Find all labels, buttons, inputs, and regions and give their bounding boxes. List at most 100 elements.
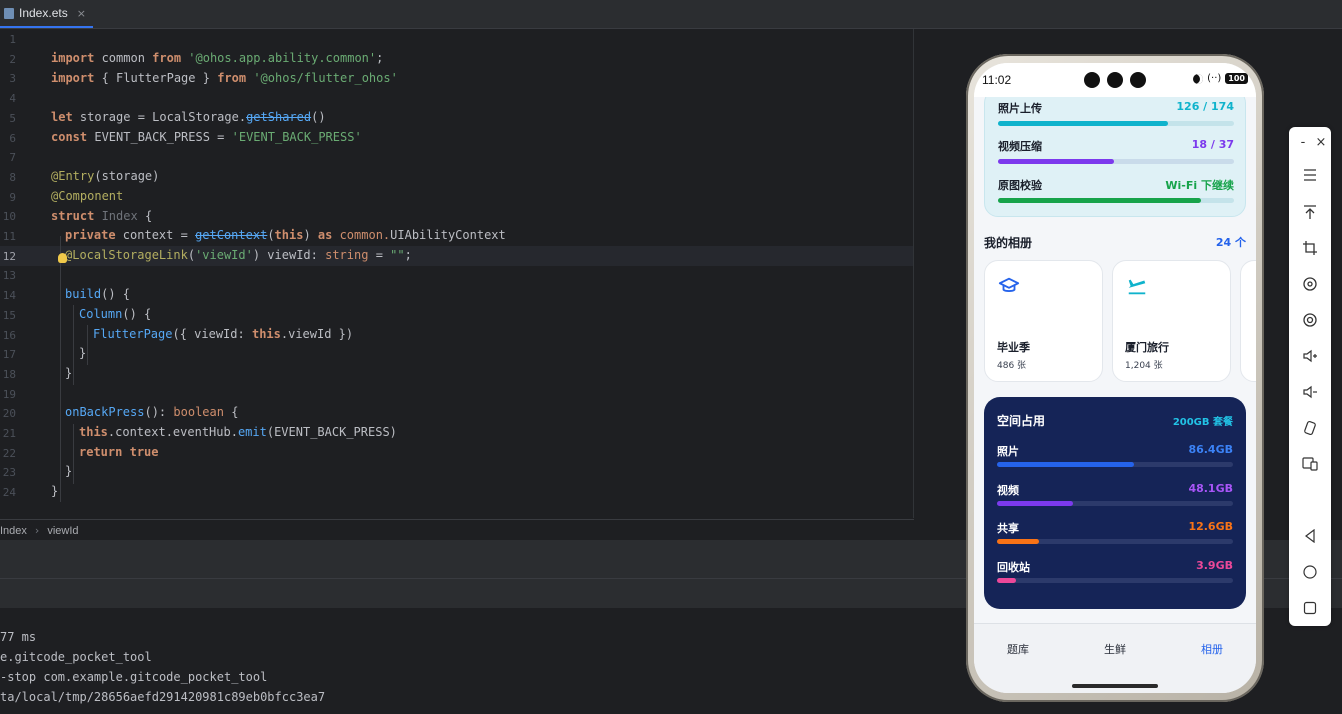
back-icon[interactable] [1300, 526, 1320, 546]
status-time: 11:02 [982, 73, 1012, 87]
line-number: 8 [9, 170, 16, 184]
album-count: 1,204 张 [1125, 361, 1163, 371]
tab-index-ets[interactable]: Index.ets × [0, 0, 93, 28]
upload-label: 视频压缩 [998, 140, 1042, 153]
volume-down-icon[interactable] [1300, 382, 1320, 402]
line-number: 1 [9, 33, 16, 46]
code-line: onBackPress(): boolean { [65, 405, 239, 419]
line-number: 16 [2, 328, 16, 342]
progress-fill [997, 539, 1040, 544]
crop-icon[interactable] [1300, 238, 1320, 258]
album-card[interactable]: 厦门旅行 1,204 张 [1112, 260, 1231, 382]
multi-device-icon[interactable] [1300, 454, 1320, 474]
code-line: import common from '@ohos.app.ability.co… [51, 51, 384, 65]
signal-text: (··) [1207, 73, 1222, 84]
progress-track [998, 159, 1234, 164]
line-number: 7 [9, 151, 16, 165]
line-number: 23 [2, 466, 16, 480]
code-line: } [51, 484, 59, 498]
console-line: -stop com.example.gitcode_pocket_tool [0, 670, 268, 684]
camera-icon [1130, 72, 1146, 88]
close-icon[interactable]: × [77, 7, 86, 20]
progress-fill [997, 462, 1134, 467]
album-name: 厦门旅行 [1125, 341, 1169, 354]
console-line: e.gitcode_pocket_tool [0, 650, 152, 664]
code-line: } [65, 366, 73, 380]
storage-title: 空间占用 [997, 414, 1046, 428]
location-icon[interactable] [1300, 310, 1320, 330]
code-line: } [65, 464, 73, 478]
upload-value: 126 / 174 [1176, 100, 1234, 113]
progress-track [997, 462, 1233, 467]
nav-item-tiku[interactable]: 题库 [1007, 641, 1029, 657]
camera-icon [1107, 72, 1123, 88]
storage-card: 空间占用 200GB 套餐 照片 86.4GB 视频 48.1GB 共享 12.… [984, 397, 1246, 609]
status-icons: (··) 100 [1193, 73, 1248, 84]
lightbulb-icon[interactable] [58, 253, 67, 263]
close-button[interactable]: × [1311, 132, 1331, 152]
line-number: 18 [2, 367, 16, 381]
upload-value: Wi-Fi 下继续 [1165, 179, 1234, 192]
bottom-nav: 题库 生鲜 相册 [974, 623, 1256, 693]
menu-icon[interactable] [1300, 165, 1320, 185]
upload-progress-card: 照片上传 126 / 174 视频压缩 18 / 37 原图校验 Wi-Fi 下… [984, 89, 1246, 217]
pin-top-icon[interactable] [1300, 202, 1320, 222]
indent-guide [60, 236, 61, 502]
shake-icon[interactable] [1300, 418, 1320, 438]
phone-screen[interactable]: 照片上传 126 / 174 视频压缩 18 / 37 原图校验 Wi-Fi 下… [974, 63, 1256, 693]
right-margin-line [913, 29, 914, 518]
code-line: @LocalStorageLink('viewId') viewId: stri… [65, 248, 412, 262]
recents-icon[interactable] [1300, 598, 1320, 618]
progress-fill [998, 159, 1114, 164]
progress-fill [997, 501, 1073, 506]
home-indicator[interactable] [1072, 684, 1158, 688]
progress-fill [997, 578, 1016, 583]
nav-item-xiangce[interactable]: 相册 [1201, 641, 1223, 657]
albums-count[interactable]: 24 个 [1216, 234, 1246, 250]
editor-tabbar: Index.ets × [0, 0, 1342, 29]
status-bar: 11:02 (··) 100 [974, 63, 1256, 97]
storage-label: 视频 [997, 484, 1019, 497]
storage-label: 照片 [997, 445, 1019, 458]
volume-up-icon[interactable] [1300, 346, 1320, 366]
storage-value: 12.6GB [1188, 520, 1233, 533]
code-line: build() { [65, 287, 131, 301]
code-line: struct Index { [51, 209, 153, 223]
line-number: 15 [2, 308, 16, 322]
album-card[interactable]: 毕业季 486 张 [984, 260, 1103, 382]
code-line: } [79, 346, 87, 360]
home-icon[interactable] [1300, 562, 1320, 582]
indent-guide [73, 424, 74, 484]
minimize-button[interactable]: - [1293, 132, 1313, 152]
indent-guide [73, 305, 74, 385]
progress-track [997, 501, 1233, 506]
code-line: let storage = LocalStorage.getShared() [51, 110, 326, 124]
line-number: 4 [9, 92, 16, 106]
code-line: const EVENT_BACK_PRESS = 'EVENT_BACK_PRE… [51, 130, 362, 144]
camera-icon [1084, 72, 1100, 88]
storage-label: 回收站 [997, 561, 1030, 574]
console-line: ta/local/tmp/28656aefd291420981c89eb0bfc… [0, 690, 326, 704]
album-card[interactable] [1240, 260, 1256, 382]
line-number: 24 [2, 486, 16, 500]
console-line: 77 ms [0, 630, 37, 644]
breadcrumb-item[interactable]: Index [0, 525, 27, 537]
moon-icon [1193, 73, 1204, 84]
storage-plan: 200GB 套餐 [1172, 417, 1233, 428]
albums-title: 我的相册 [984, 236, 1033, 250]
code-editor[interactable]: 1 2 3 4 5 6 7 8 9 10 11 12 13 14 15 16 17 18 19 20 21 22 23 24 … [0, 29, 914, 518]
breadcrumb-item[interactable]: viewId [47, 525, 78, 537]
storage-value: 48.1GB [1188, 482, 1233, 495]
progress-fill [998, 198, 1201, 203]
nav-item-shengxian[interactable]: 生鲜 [1104, 641, 1126, 657]
line-number: 13 [2, 269, 16, 283]
progress-track [997, 578, 1233, 583]
progress-track [997, 539, 1233, 544]
rotate-icon[interactable] [1300, 274, 1320, 294]
file-icon [4, 7, 14, 19]
code-line: Column() { [79, 307, 152, 321]
code-line: private context = getContext(this) as co… [65, 228, 506, 242]
code-line: @Component [51, 189, 124, 203]
tab-label: Index.ets [19, 6, 68, 20]
progress-track [998, 198, 1234, 203]
